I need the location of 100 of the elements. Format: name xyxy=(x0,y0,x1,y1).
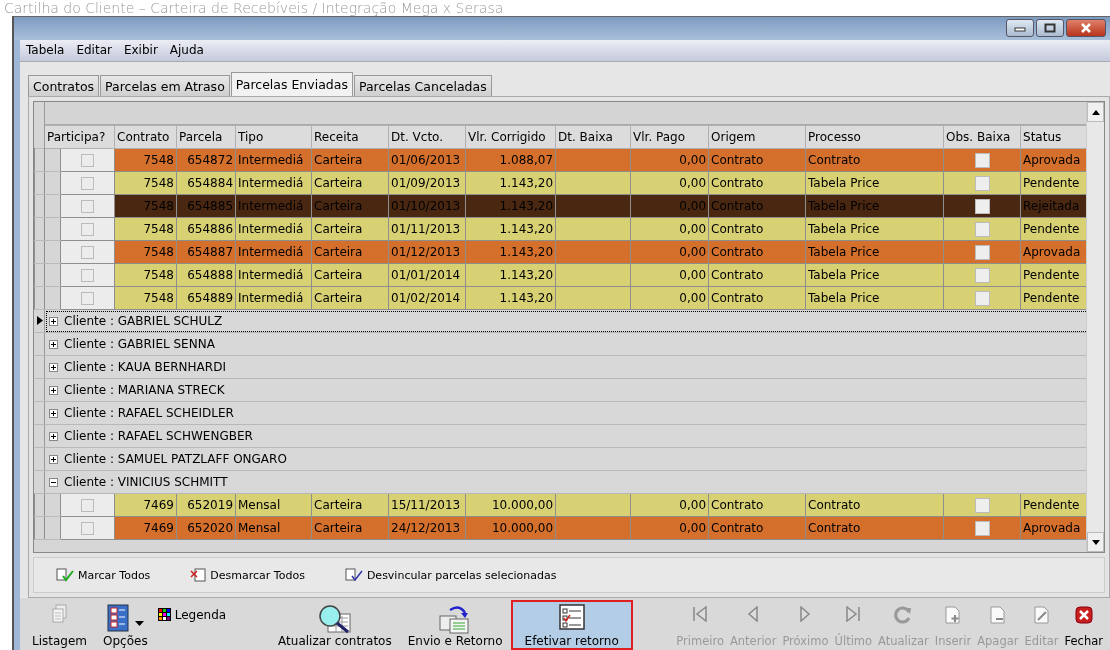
column-header[interactable]: Obs. Baixa xyxy=(943,125,1021,149)
table-row[interactable]: 7548 654886 Intermediá Carteira 01/11/2013 1.143,20 0,00 Contrato Tabela Price Pendente xyxy=(34,217,1086,241)
menu-item[interactable]: Exibir xyxy=(123,43,158,58)
group-label[interactable]: Cliente : SAMUEL PATZLAFF ONGARO xyxy=(64,452,287,466)
table-cell: Carteira xyxy=(311,493,389,517)
table-cell: Contrato xyxy=(708,240,806,264)
column-header[interactable]: Contrato xyxy=(114,125,177,149)
table-row[interactable]: 7469 652020 Mensal Carteira 24/12/2013 10.000,00 0,00 Contrato Contrato Aprovada xyxy=(34,516,1086,540)
table-cell: Carteira xyxy=(311,217,389,241)
column-header[interactable]: Tipo xyxy=(235,125,312,149)
column-header[interactable]: Vlr. Corrigido xyxy=(465,125,556,149)
tab[interactable]: Parcelas Canceladas xyxy=(353,75,492,96)
menu-item[interactable]: Ajuda xyxy=(169,43,204,58)
group-label[interactable]: Cliente : VINICIUS SCHMITT xyxy=(64,475,228,489)
toolbar-button[interactable]: Listagem xyxy=(24,600,96,650)
table-cell: Contrato xyxy=(708,263,806,287)
table-cell: 0,00 xyxy=(630,493,709,517)
table-cell: 7548 xyxy=(114,263,177,287)
table-cell: 1.143,20 xyxy=(465,263,556,287)
table-cell: Intermediá xyxy=(235,217,312,241)
table-row[interactable]: 7548 654887 Intermediá Carteira 01/12/2013 1.143,20 0,00 Contrato Tabela Price Aprovada xyxy=(34,240,1086,264)
table-cell: 01/10/2013 xyxy=(388,194,466,218)
table-cell: 01/02/2014 xyxy=(388,286,466,310)
table-cell: 15/11/2013 xyxy=(388,493,466,517)
group-row[interactable]: Cliente : GABRIEL SCHULZ xyxy=(44,309,1086,333)
table-cell: 7548 xyxy=(114,286,177,310)
group-label[interactable]: Cliente : KAUA BERNHARDI xyxy=(64,360,226,374)
column-header[interactable]: Dt. Vcto. xyxy=(388,125,466,149)
menu-item[interactable]: Editar xyxy=(76,43,112,58)
table-cell: 652019 xyxy=(176,493,236,517)
table-cell: 01/09/2013 xyxy=(388,171,466,195)
table-cell: Carteira xyxy=(311,286,389,310)
toolbar-button[interactable]: Fechar xyxy=(1061,600,1106,650)
table-row[interactable]: 7548 654872 Intermediá Carteira 01/06/2013 1.088,07 0,00 Contrato Contrato Aprovada xyxy=(34,148,1086,172)
table-cell: 7469 xyxy=(114,493,177,517)
group-label[interactable]: Cliente : RAFAEL SCHEIDLER xyxy=(64,406,234,420)
table-row[interactable]: 7548 654888 Intermediá Carteira 01/01/2014 1.143,20 0,00 Contrato Tabela Price Pendente xyxy=(34,263,1086,287)
table-cell: Intermediá xyxy=(235,286,312,310)
column-header[interactable]: Receita xyxy=(311,125,389,149)
tab[interactable]: Parcelas em Atraso xyxy=(100,75,230,96)
table-cell: 7548 xyxy=(114,148,177,172)
table-cell: Contrato xyxy=(708,171,806,195)
toolbar-button[interactable]: Opções xyxy=(95,600,150,650)
group-row[interactable]: Cliente : SAMUEL PATZLAFF ONGARO xyxy=(44,447,1086,471)
table-cell: 0,00 xyxy=(630,194,709,218)
table-cell: 0,00 xyxy=(630,217,709,241)
table-row[interactable]: 7548 654884 Intermediá Carteira 01/09/2013 1.143,20 0,00 Contrato Tabela Price Pendente xyxy=(34,171,1086,195)
group-row[interactable]: Cliente : MARIANA STRECK xyxy=(44,378,1086,402)
toolbar-button[interactable]: Atualizar contratos xyxy=(270,600,400,650)
table-cell: Mensal xyxy=(235,493,312,517)
table-cell: 0,00 xyxy=(630,286,709,310)
table-cell: Contrato xyxy=(708,194,806,218)
table-cell: 24/12/2013 xyxy=(388,516,466,540)
group-label[interactable]: Cliente : RAFAEL SCHWENGBER xyxy=(64,429,253,443)
menu-item[interactable]: Tabela xyxy=(26,43,65,58)
table-cell: 0,00 xyxy=(630,171,709,195)
table-cell: Contrato xyxy=(708,148,806,172)
group-row[interactable]: Cliente : RAFAEL SCHEIDLER xyxy=(44,401,1086,425)
page-heading: Cartilha do Cliente – Carteira de Recebíveis / Integração Mega x Serasa xyxy=(3,0,505,16)
table-cell: Intermediá xyxy=(235,194,312,218)
group-row[interactable]: Cliente : GABRIEL SENNA xyxy=(44,332,1086,356)
table-cell: Intermediá xyxy=(235,171,312,195)
table-cell: Carteira xyxy=(311,516,389,540)
action-button[interactable]: Desvincular parcelas selecionadas xyxy=(344,568,557,582)
column-header[interactable]: Processo xyxy=(805,125,944,149)
column-header[interactable]: Vlr. Pago xyxy=(630,125,709,149)
toolbar-button[interactable]: Legenda xyxy=(149,600,235,650)
column-header[interactable]: Dt. Baixa xyxy=(555,125,631,149)
table-cell: 654885 xyxy=(176,194,236,218)
group-row[interactable]: Cliente : RAFAEL SCHWENGBER xyxy=(44,424,1086,448)
table-cell: 7548 xyxy=(114,194,177,218)
table-cell: 01/12/2013 xyxy=(388,240,466,264)
table-cell: 0,00 xyxy=(630,516,709,540)
table-cell: 1.143,20 xyxy=(465,217,556,241)
table-cell: Contrato xyxy=(708,286,806,310)
toolbar-button[interactable]: Efetivar retorno xyxy=(510,600,633,650)
column-header[interactable]: Origem xyxy=(708,125,806,149)
group-label[interactable]: Cliente : MARIANA STRECK xyxy=(64,383,225,397)
group-label[interactable]: Cliente : GABRIEL SCHULZ xyxy=(64,314,223,328)
table-row[interactable]: 7469 652019 Mensal Carteira 15/11/2013 10.000,00 0,00 Contrato Contrato Pendente xyxy=(34,493,1086,517)
column-header[interactable]: Parcela xyxy=(176,125,236,149)
table-row[interactable]: 7548 654889 Intermediá Carteira 01/02/2014 1.143,20 0,00 Contrato Tabela Price Pendente xyxy=(34,286,1086,310)
table-cell: Contrato xyxy=(708,493,806,517)
table-cell: Contrato xyxy=(805,148,944,172)
table-cell: 654886 xyxy=(176,217,236,241)
toolbar-button[interactable]: Envio e Retorno xyxy=(399,600,511,650)
table-cell: 654889 xyxy=(176,286,236,310)
action-button[interactable]: Marcar Todos xyxy=(56,568,151,582)
table-cell: 10.000,00 xyxy=(465,516,556,540)
table-cell: Intermediá xyxy=(235,263,312,287)
group-label[interactable]: Cliente : GABRIEL SENNA xyxy=(64,337,215,351)
table-cell: Intermediá xyxy=(235,240,312,264)
group-row[interactable]: Cliente : VINICIUS SCHMITT xyxy=(44,470,1086,494)
tab[interactable]: Contratos xyxy=(28,75,100,96)
column-header[interactable]: Participa? xyxy=(44,125,115,149)
group-row[interactable]: Cliente : KAUA BERNHARDI xyxy=(44,355,1086,379)
action-button[interactable]: Desmarcar Todos xyxy=(190,568,305,582)
tab[interactable]: Parcelas Enviadas xyxy=(230,72,353,96)
column-header[interactable]: Status xyxy=(1020,125,1086,149)
table-cell: Carteira xyxy=(311,240,389,264)
